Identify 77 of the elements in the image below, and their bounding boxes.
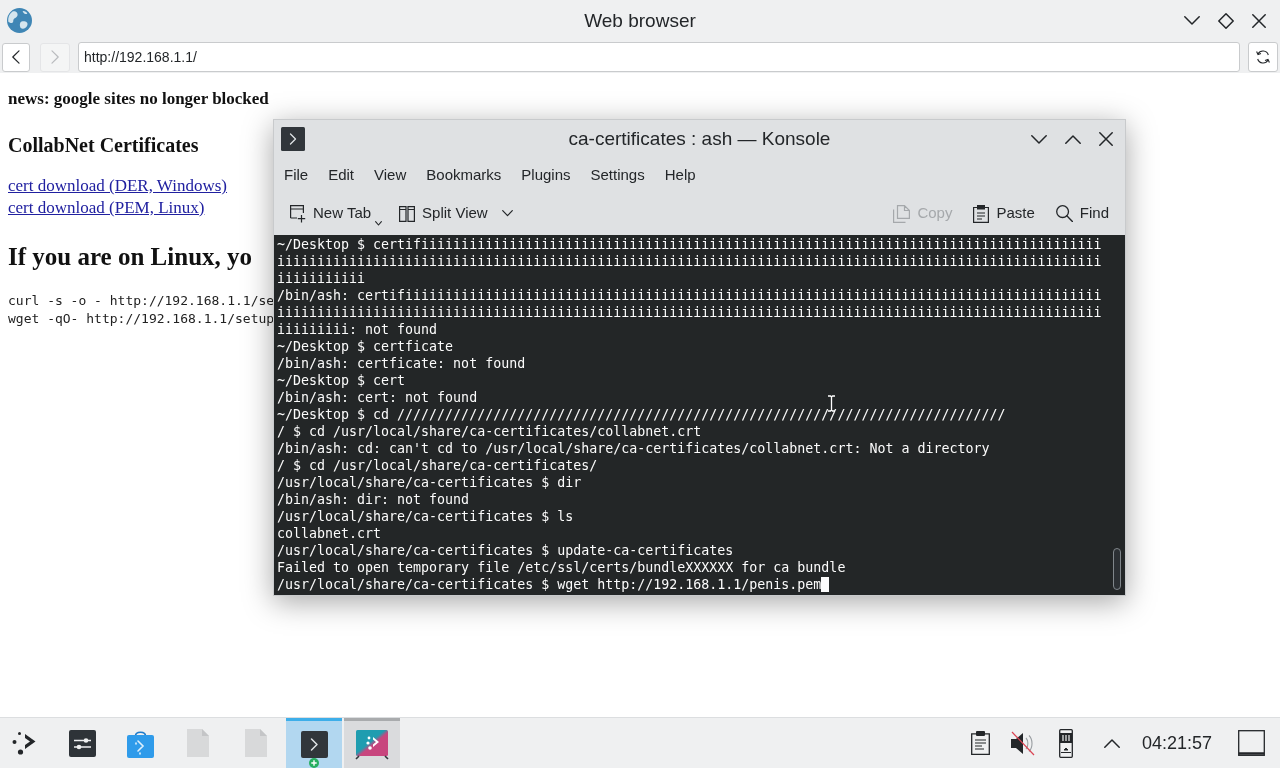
window-title: ca-certificates : ash — Konsole — [568, 127, 831, 151]
terminal-line: iiiiiiiiiii — [277, 270, 366, 287]
terminal-line: ~/Desktop $ certficate — [277, 338, 454, 355]
sliders-icon[interactable] — [68, 729, 96, 757]
show-desktop-icon[interactable] — [1238, 730, 1265, 756]
caret-icon — [501, 210, 513, 217]
paste-button[interactable]: Paste — [966, 198, 1041, 229]
window-title: Web browser — [584, 8, 696, 33]
menu-item[interactable]: Settings — [580, 165, 655, 185]
globe-icon — [7, 8, 32, 33]
scrollbar-thumb[interactable] — [1113, 548, 1121, 590]
maximize-icon[interactable] — [1065, 134, 1081, 144]
section-heading: CollabNet Certificates — [8, 133, 199, 157]
command-line: wget -qO- http://192.168.1.1/setup — [8, 310, 275, 328]
menu-item[interactable]: Bookmarks — [416, 165, 512, 185]
terminal-line: / $ cd /usr/local/share/ca-certificates/collabnet.crt — [277, 423, 702, 440]
terminal-line: ~/Desktop $ certifiiiiiiiiiiiiiiiiiiiiiiiiiiiiiiiiiiiiiiiiiiiiiiiiiiiiiiiiiiiiiiiiiiiiiiiiiiiiiiiiiiiii — [277, 236, 1102, 253]
split-view-button[interactable]: Split View — [392, 198, 519, 229]
page-headline: If you are on Linux, yo — [8, 242, 253, 272]
download-link[interactable]: cert download (PEM, Linux) — [8, 197, 205, 219]
terminal-line: /bin/ash: cd: can't cd to /usr/local/share/ca-certificates/collabnet.crt: Not a directory — [277, 440, 990, 457]
terminal-line: /bin/ash: certifiiiiiiiiiiiiiiiiiiiiiiiiiiiiiiiiiiiiiiiiiiiiiiiiiiiiiiiiiiiiiiiiiiiiiiiiiiiiiiiiiiiiiii — [277, 287, 1102, 304]
find-button[interactable]: Find — [1048, 198, 1115, 229]
reload-button[interactable] — [1248, 42, 1278, 72]
clipboard-icon[interactable] — [970, 731, 990, 755]
clock[interactable]: 04:21:57 — [1141, 732, 1212, 754]
terminal-line: /bin/ash: dir: not found — [277, 491, 470, 508]
terminal-line: /usr/local/share/ca-certificates $ dir — [277, 474, 582, 491]
terminal-icon — [281, 127, 305, 151]
news-text: news: google sites no longer blocked — [8, 89, 269, 109]
terminal-line: / $ cd /usr/local/share/ca-certificates/ — [277, 457, 598, 474]
terminal-line: /bin/ash: cert: not found — [277, 389, 478, 406]
plus-badge-icon — [309, 758, 319, 768]
diamond-icon[interactable] — [1218, 12, 1234, 29]
minimize-icon[interactable] — [1031, 134, 1047, 144]
shopping-bag-icon[interactable] — [126, 728, 154, 758]
terminal-icon — [300, 731, 328, 758]
terminal-line: collabnet.crt — [277, 525, 382, 542]
terminal-line: ~/Desktop $ cert — [277, 372, 406, 389]
menu-item[interactable]: File — [274, 165, 319, 185]
close-icon[interactable] — [1099, 132, 1113, 146]
muted-speaker-icon[interactable] — [1009, 730, 1036, 756]
download-link[interactable]: cert download (DER, Windows) — [8, 175, 228, 197]
terminal-line: /usr/local/share/ca-certificates $ update-ca-certificates — [277, 542, 734, 559]
new-tab-button[interactable]: New Tab — [283, 198, 389, 229]
command-line: curl -s -o - http://192.168.1.1/se — [8, 292, 275, 310]
new-tab-icon — [290, 204, 306, 223]
minimize-icon[interactable] — [1184, 16, 1200, 25]
app-icon — [355, 729, 389, 760]
terminal-line: ~/Desktop $ cd //////////////////////////////////////////////////////////////////////////// — [277, 406, 1006, 423]
app-launcher-icon[interactable] — [12, 731, 36, 755]
chevron-left-icon — [12, 50, 20, 64]
search-icon — [1055, 205, 1073, 222]
reload-icon — [1256, 50, 1270, 64]
back-button[interactable] — [2, 42, 30, 72]
split-view-icon — [399, 205, 416, 222]
menu-item[interactable]: Plugins — [511, 165, 581, 185]
taskbar-task[interactable] — [286, 718, 342, 768]
url-field[interactable]: http://192.168.1.1/ — [78, 42, 1240, 72]
terminal-line: /usr/local/share/ca-certificates $ ls — [277, 508, 574, 525]
caret-icon — [375, 220, 383, 226]
terminal-line: /bin/ash: certficate: not found — [277, 355, 526, 372]
clipboard-icon — [973, 204, 990, 223]
terminal-line: iiiiiiiiiiiiiiiiiiiiiiiiiiiiiiiiiiiiiiiiiiiiiiiiiiiiiiiiiiiiiiiiiiiiiiiiiiiiiiiiiiiiiiiiiiiiiiiiiiiiiii — [277, 253, 1102, 270]
menu-item[interactable]: Help — [654, 165, 706, 185]
block-cursor-icon — [821, 577, 830, 592]
menu-item[interactable]: View — [364, 165, 417, 185]
menu-item[interactable]: Edit — [318, 165, 365, 185]
copy-icon — [893, 204, 911, 223]
chevron-right-icon — [51, 50, 59, 64]
expand-tray-icon[interactable] — [1103, 738, 1120, 748]
terminal-line: iiiiiiiiiiiiiiiiiiiiiiiiiiiiiiiiiiiiiiiiiiiiiiiiiiiiiiiiiiiiiiiiiiiiiiiiiiiiiiiiiiiiiiiiiiiiiiiiiiiiiii — [277, 304, 1102, 321]
terminal-line: iiiiiiiii: not found — [277, 321, 438, 338]
usb-drive-icon[interactable] — [1058, 728, 1073, 758]
close-icon[interactable] — [1252, 13, 1266, 28]
terminal-line: Failed to open temporary file /etc/ssl/certs/bundleXXXXXX for ca bundle — [277, 559, 846, 576]
terminal-line: /usr/local/share/ca-certificates $ wget http://192.168.1.1/penis.pem — [277, 576, 822, 593]
